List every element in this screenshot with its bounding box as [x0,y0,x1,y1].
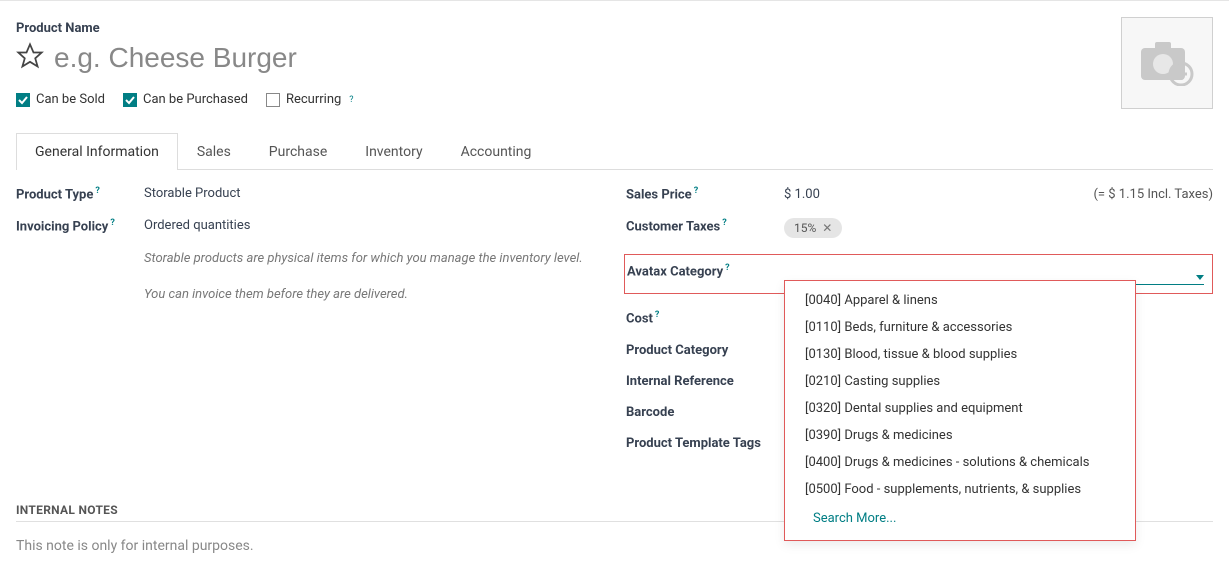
help-icon[interactable]: ? [722,218,726,228]
barcode-label: Barcode [626,405,784,420]
product-image-placeholder[interactable] [1121,17,1213,109]
dropdown-option[interactable]: [0500] Food - supplements, nutrients, & … [785,476,1135,503]
dropdown-option[interactable]: [0130] Blood, tissue & blood supplies [785,341,1135,368]
can-be-sold-label: Can be Sold [36,92,105,107]
product-name-input[interactable] [54,38,654,78]
help-icon[interactable]: ? [725,263,729,273]
sales-price-label: Sales Price? [626,186,784,202]
avatax-dropdown: [0040] Apparel & linens [0110] Beds, fur… [784,280,1136,541]
incl-taxes-text: (= $ 1.15 Incl. Taxes) [1093,187,1213,202]
customer-taxes-label: Customer Taxes? [626,218,784,238]
customer-tax-tag[interactable]: 15% ✕ [784,218,842,238]
chevron-down-icon [1196,275,1204,280]
dropdown-option[interactable]: [0040] Apparel & linens [785,287,1135,314]
product-type-label: Product Type? [16,186,144,202]
recurring-checkbox[interactable]: Recurring? [266,92,354,107]
cost-label: Cost? [626,310,784,326]
dropdown-option[interactable]: [0400] Drugs & medicines - solutions & c… [785,449,1135,476]
tab-general-information[interactable]: General Information [16,133,178,170]
tab-accounting[interactable]: Accounting [442,133,551,170]
can-be-purchased-checkbox[interactable]: Can be Purchased [123,92,248,107]
product-template-tags-label: Product Template Tags [626,436,784,451]
remove-tax-icon[interactable]: ✕ [822,221,832,235]
help-icon[interactable]: ? [110,218,114,228]
internal-reference-label: Internal Reference [626,374,784,389]
dropdown-option[interactable]: [0390] Drugs & medicines [785,422,1135,449]
tab-sales[interactable]: Sales [178,133,250,170]
can-be-sold-checkbox[interactable]: Can be Sold [16,92,105,107]
dropdown-option[interactable]: [0210] Casting supplies [785,368,1135,395]
invoicing-policy-value[interactable]: Ordered quantities [144,218,606,233]
tab-inventory[interactable]: Inventory [346,133,441,170]
dropdown-search-more[interactable]: Search More... [785,503,1135,534]
avatax-category-label: Avatax Category? [627,263,785,285]
product-category-label: Product Category [626,343,784,358]
tab-purchase[interactable]: Purchase [250,133,346,170]
can-be-purchased-label: Can be Purchased [143,92,248,107]
help-icon[interactable]: ? [694,186,698,196]
help-icon[interactable]: ? [349,95,353,105]
invoicing-policy-label: Invoicing Policy? [16,218,144,304]
help-icon[interactable]: ? [95,186,99,196]
invoicing-policy-help: Storable products are physical items for… [144,249,606,304]
help-icon[interactable]: ? [655,310,659,320]
dropdown-option[interactable]: [0110] Beds, furniture & accessories [785,314,1135,341]
sales-price-value[interactable]: $ 1.00 [784,187,820,202]
product-type-value[interactable]: Storable Product [144,186,606,202]
favorite-star-icon[interactable] [16,42,44,74]
recurring-label: Recurring [286,92,341,107]
dropdown-option[interactable]: [0320] Dental supplies and equipment [785,395,1135,422]
product-name-label: Product Name [16,21,1213,36]
